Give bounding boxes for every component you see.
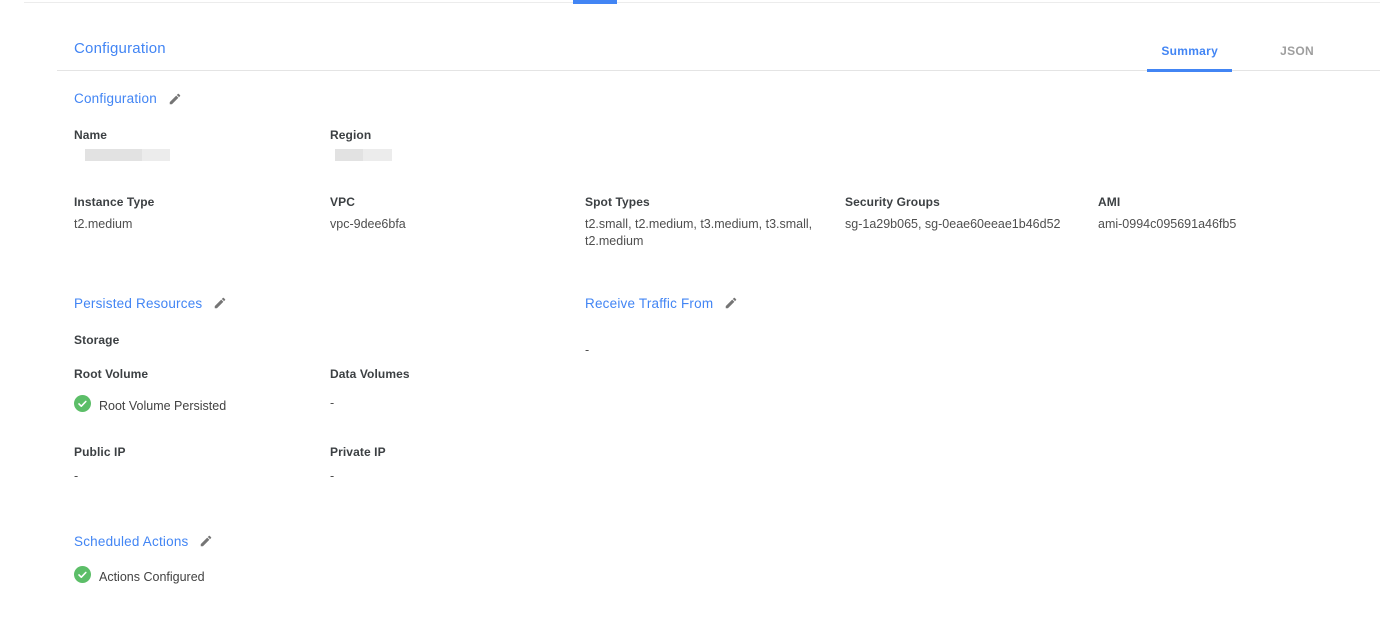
section-receive-traffic-title: Receive Traffic From bbox=[585, 296, 713, 311]
root-volume-status-text: Root Volume Persisted bbox=[99, 399, 226, 413]
public-ip-value: - bbox=[74, 468, 330, 485]
mid-band: Persisted Resources Storage Root Volume … bbox=[74, 296, 1380, 485]
volumes-labels-row: Root Volume Data Volumes bbox=[74, 367, 585, 381]
field-instance-type: Instance Type t2.medium bbox=[74, 195, 330, 250]
field-spot-types: Spot Types t2.small, t2.medium, t3.mediu… bbox=[585, 195, 845, 250]
security-groups-label: Security Groups bbox=[845, 195, 1098, 209]
edit-receive-traffic-button[interactable] bbox=[724, 296, 738, 310]
check-circle-icon bbox=[74, 566, 91, 588]
panel-header: Configuration Summary JSON bbox=[57, 0, 1380, 71]
public-ip-label: Public IP bbox=[74, 445, 330, 459]
top-tabbar-divider bbox=[24, 2, 1380, 3]
section-persisted-heading: Persisted Resources bbox=[74, 296, 585, 311]
vpc-value: vpc-9dee6bfa bbox=[330, 216, 585, 233]
tab-json[interactable]: JSON bbox=[1254, 44, 1340, 72]
private-ip-value: - bbox=[330, 468, 585, 485]
view-tabs: Summary JSON bbox=[1147, 44, 1340, 70]
instance-type-value: t2.medium bbox=[74, 216, 330, 233]
section-configuration-heading: Configuration bbox=[74, 91, 1380, 106]
section-receive-traffic-heading: Receive Traffic From bbox=[585, 296, 1380, 311]
ip-labels-row: Public IP Private IP bbox=[74, 445, 585, 459]
instance-type-label: Instance Type bbox=[74, 195, 330, 209]
config-row-identity: Name Region bbox=[74, 128, 1380, 161]
security-groups-value: sg-1a29b065, sg-0eae60eeae1b46d52 bbox=[845, 216, 1098, 233]
receive-traffic-value: - bbox=[585, 342, 1380, 359]
scheduled-actions-status: Actions Configured bbox=[74, 566, 1380, 588]
section-persisted-title: Persisted Resources bbox=[74, 296, 202, 311]
storage-label: Storage bbox=[74, 333, 585, 347]
section-scheduled-actions-heading: Scheduled Actions bbox=[74, 534, 1380, 549]
tab-summary[interactable]: Summary bbox=[1147, 44, 1232, 72]
scheduled-actions-status-text: Actions Configured bbox=[99, 570, 205, 584]
name-label: Name bbox=[74, 128, 330, 142]
redacted-region-value bbox=[335, 149, 392, 161]
edit-scheduled-actions-button[interactable] bbox=[199, 534, 213, 548]
ami-label: AMI bbox=[1098, 195, 1380, 209]
pencil-icon bbox=[199, 536, 213, 551]
pencil-icon bbox=[724, 298, 738, 313]
data-volumes-value: - bbox=[330, 395, 585, 417]
ami-value: ami-0994c095691a46fb5 bbox=[1098, 216, 1380, 233]
persisted-resources-section: Persisted Resources Storage Root Volume … bbox=[74, 296, 585, 485]
top-tab-active-indicator bbox=[573, 0, 617, 4]
configuration-panel: Configuration Summary JSON Configuration… bbox=[57, 0, 1380, 588]
pencil-icon bbox=[168, 94, 182, 109]
page-title: Configuration bbox=[57, 40, 166, 70]
volumes-values-row: Root Volume Persisted - bbox=[74, 395, 585, 417]
field-ami: AMI ami-0994c095691a46fb5 bbox=[1098, 195, 1380, 250]
edit-configuration-button[interactable] bbox=[168, 92, 182, 106]
panel-body: Configuration Name Region bbox=[57, 91, 1380, 588]
root-volume-label: Root Volume bbox=[74, 367, 330, 381]
spot-types-label: Spot Types bbox=[585, 195, 845, 209]
field-region: Region bbox=[330, 128, 585, 161]
config-row-compute: Instance Type t2.medium VPC vpc-9dee6bfa… bbox=[74, 195, 1380, 250]
field-name: Name bbox=[74, 128, 330, 161]
receive-traffic-section: Receive Traffic From - bbox=[585, 296, 1380, 485]
data-volumes-label: Data Volumes bbox=[330, 367, 585, 381]
edit-persisted-resources-button[interactable] bbox=[213, 296, 227, 310]
private-ip-label: Private IP bbox=[330, 445, 585, 459]
check-circle-icon bbox=[74, 395, 91, 417]
ip-values-row: - - bbox=[74, 468, 585, 485]
region-label: Region bbox=[330, 128, 585, 142]
spot-types-value: t2.small, t2.medium, t3.medium, t3.small… bbox=[585, 216, 823, 250]
vpc-label: VPC bbox=[330, 195, 585, 209]
pencil-icon bbox=[213, 298, 227, 313]
section-configuration-title: Configuration bbox=[74, 91, 157, 106]
field-vpc: VPC vpc-9dee6bfa bbox=[330, 195, 585, 250]
section-scheduled-actions-title: Scheduled Actions bbox=[74, 534, 188, 549]
root-volume-status: Root Volume Persisted bbox=[74, 395, 330, 417]
field-security-groups: Security Groups sg-1a29b065, sg-0eae60ee… bbox=[845, 195, 1098, 250]
redacted-name-value bbox=[85, 149, 170, 161]
